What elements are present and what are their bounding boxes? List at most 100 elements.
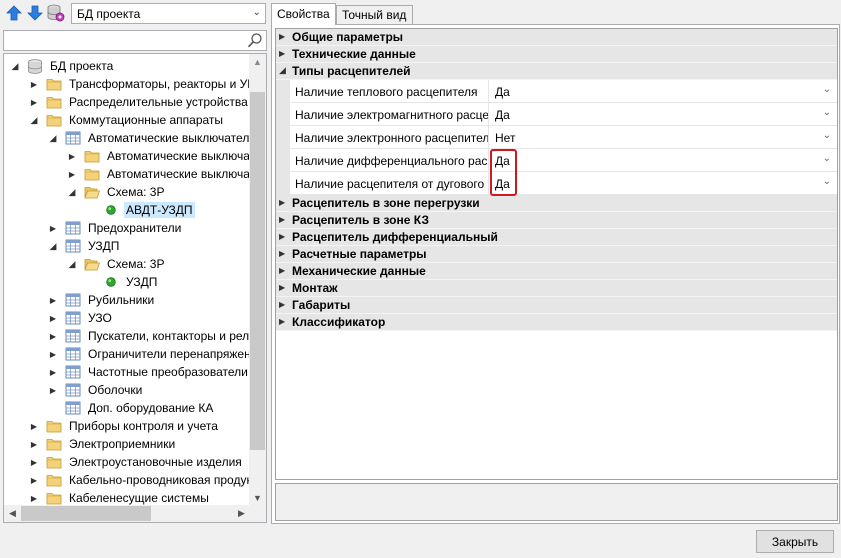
tree-item[interactable]: ◢ Схема: 3P: [66, 183, 166, 201]
tab-exact-view[interactable]: Точный вид: [336, 5, 413, 24]
collapse-arrow-icon[interactable]: ◢: [28, 114, 40, 126]
property-category[interactable]: ▶ Монтаж: [276, 280, 837, 297]
collapse-arrow-icon[interactable]: ◢: [66, 258, 78, 270]
scrollbar-thumb[interactable]: [21, 506, 151, 521]
property-grid[interactable]: ▶ Общие параметры ▶ Технические данные ◢ Типы…: [275, 28, 838, 480]
move-down-button[interactable]: [26, 4, 44, 22]
tree-item[interactable]: ▶ Предохранители: [47, 219, 183, 237]
tree-item[interactable]: ▶ Приборы контроля и учета: [28, 417, 220, 435]
property-value-select[interactable]: Да ⌄: [489, 103, 837, 126]
property-value-select[interactable]: Да ⌄: [489, 80, 837, 103]
tree-item[interactable]: АВДТ-УЗДП: [85, 201, 195, 219]
property-category[interactable]: ▶ Габариты: [276, 297, 837, 314]
tree-item[interactable]: ▶ Автоматические выключатели: [66, 147, 250, 165]
tree-item[interactable]: Доп. оборудование КА: [47, 399, 215, 417]
expand-arrow-icon[interactable]: ▶: [47, 330, 59, 342]
close-button[interactable]: Закрыть: [756, 530, 834, 553]
expand-arrow-icon[interactable]: ▶: [279, 283, 285, 292]
property-category[interactable]: ▶ Общие параметры: [276, 29, 837, 46]
tree-item[interactable]: ▶ Частотные преобразователи: [47, 363, 250, 381]
collapse-arrow-icon[interactable]: ◢: [279, 65, 286, 76]
property-category[interactable]: ▶ Расцепитель дифференциальный: [276, 229, 837, 246]
collapse-arrow-icon[interactable]: ◢: [9, 60, 21, 72]
expand-arrow-icon[interactable]: ▶: [28, 456, 40, 468]
property-category[interactable]: ◢ Типы расцепителей: [276, 63, 837, 80]
scroll-left-icon[interactable]: ◀: [4, 505, 21, 522]
tree-item[interactable]: ▶ Оболочки: [47, 381, 144, 399]
tree-item[interactable]: ▶ Трансформаторы, реакторы и УК: [28, 75, 250, 93]
expand-arrow-icon[interactable]: ▶: [28, 474, 40, 486]
expand-arrow-icon[interactable]: ▶: [279, 300, 285, 309]
expand-arrow-icon[interactable]: ▶: [47, 312, 59, 324]
expand-arrow-icon[interactable]: ▶: [279, 215, 285, 224]
property-value-select[interactable]: Да ⌄: [489, 172, 837, 195]
expand-arrow-icon[interactable]: ▶: [28, 96, 40, 108]
property-row[interactable]: Наличие электромагнитного расцепителя Да ⌄: [276, 103, 837, 126]
expand-arrow-icon[interactable]: ▶: [279, 266, 285, 275]
tree-item[interactable]: ▶ Автоматические выключатели: [66, 165, 250, 183]
expand-arrow-icon[interactable]: ▶: [279, 198, 285, 207]
tree-item[interactable]: ◢ БД проекта: [9, 57, 115, 75]
property-value-select[interactable]: Да ⌄: [489, 149, 837, 172]
tree-item[interactable]: УЗДП: [85, 273, 159, 291]
tree-item[interactable]: ◢ УЗДП: [47, 237, 121, 255]
chevron-down-icon[interactable]: ⌄: [823, 176, 831, 187]
property-category[interactable]: ▶ Классификатор: [276, 314, 837, 331]
expand-arrow-icon[interactable]: ▶: [28, 492, 40, 504]
property-value-select[interactable]: Нет ⌄: [489, 126, 837, 149]
expand-arrow-icon[interactable]: ▶: [279, 317, 285, 326]
chevron-down-icon[interactable]: ⌄: [823, 153, 831, 164]
tree-item[interactable]: ▶ Электроустановочные изделия: [28, 453, 244, 471]
expand-arrow-icon[interactable]: ▶: [66, 150, 78, 162]
expand-arrow-icon[interactable]: ▶: [47, 348, 59, 360]
tree-vertical-scrollbar[interactable]: ▲ ▼: [249, 54, 266, 507]
property-row[interactable]: Наличие электронного расцепителя Нет ⌄: [276, 126, 837, 149]
tree-item[interactable]: ▶ Электроприемники: [28, 435, 177, 453]
search-icon[interactable]: [246, 32, 264, 49]
property-category[interactable]: ▶ Механические данные: [276, 263, 837, 280]
expand-arrow-icon[interactable]: ▶: [279, 232, 285, 241]
tree-item[interactable]: ▶ Рубильники: [47, 291, 156, 309]
search-input[interactable]: [3, 30, 267, 51]
property-row[interactable]: Наличие дифференциального расцепителяДа⌄: [276, 149, 837, 172]
tree-item[interactable]: ▶ УЗО: [47, 309, 114, 327]
collapse-arrow-icon[interactable]: ◢: [66, 186, 78, 198]
scroll-up-icon[interactable]: ▲: [249, 54, 266, 71]
tree-item[interactable]: ◢ Коммутационные аппараты: [28, 111, 225, 129]
database-select[interactable]: БД проекта ⌄: [71, 3, 266, 24]
chevron-down-icon[interactable]: ⌄: [823, 107, 831, 118]
expand-arrow-icon[interactable]: ▶: [47, 366, 59, 378]
chevron-down-icon[interactable]: ⌄: [823, 84, 831, 95]
property-row[interactable]: Наличие теплового расцепителя Да ⌄: [276, 80, 837, 103]
tree-item[interactable]: ▶ Кабельно-проводниковая продукция: [28, 471, 250, 489]
tree-item[interactable]: ▶ Распределительные устройства: [28, 93, 250, 111]
expand-arrow-icon[interactable]: ▶: [47, 294, 59, 306]
move-up-button[interactable]: [5, 4, 23, 22]
database-settings-button[interactable]: [47, 4, 65, 22]
expand-arrow-icon[interactable]: ▶: [47, 384, 59, 396]
scrollbar-thumb[interactable]: [250, 92, 265, 450]
tree-item[interactable]: ◢ Автоматические выключатели: [47, 129, 250, 147]
project-tree[interactable]: ◢ БД проекта ▶ Трансформаторы, реакторы и У…: [3, 53, 267, 523]
expand-arrow-icon[interactable]: ▶: [66, 168, 78, 180]
property-category[interactable]: ▶ Расцепитель в зоне КЗ: [276, 212, 837, 229]
expand-arrow-icon[interactable]: ▶: [28, 78, 40, 90]
chevron-down-icon[interactable]: ⌄: [823, 130, 831, 141]
scroll-right-icon[interactable]: ▶: [233, 505, 250, 522]
tree-item[interactable]: ▶ Ограничители перенапряжения: [47, 345, 250, 363]
collapse-arrow-icon[interactable]: ◢: [47, 132, 59, 144]
property-category[interactable]: ▶ Расцепитель в зоне перегрузки: [276, 195, 837, 212]
tree-item[interactable]: ◢ Схема: 3P: [66, 255, 166, 273]
property-category[interactable]: ▶ Технические данные: [276, 46, 837, 63]
property-category[interactable]: ▶ Расчетные параметры: [276, 246, 837, 263]
expand-arrow-icon[interactable]: ▶: [279, 32, 285, 41]
expand-arrow-icon[interactable]: ▶: [279, 249, 285, 258]
expand-arrow-icon[interactable]: ▶: [47, 222, 59, 234]
collapse-arrow-icon[interactable]: ◢: [47, 240, 59, 252]
tree-item[interactable]: ▶ Пускатели, контакторы и реле: [47, 327, 250, 345]
tree-horizontal-scrollbar[interactable]: ◀ ▶: [4, 505, 250, 522]
expand-arrow-icon[interactable]: ▶: [28, 420, 40, 432]
expand-arrow-icon[interactable]: ▶: [28, 438, 40, 450]
property-row[interactable]: Наличие расцепителя от дугового пробояДа…: [276, 172, 837, 195]
tab-properties[interactable]: Свойства: [271, 3, 336, 25]
